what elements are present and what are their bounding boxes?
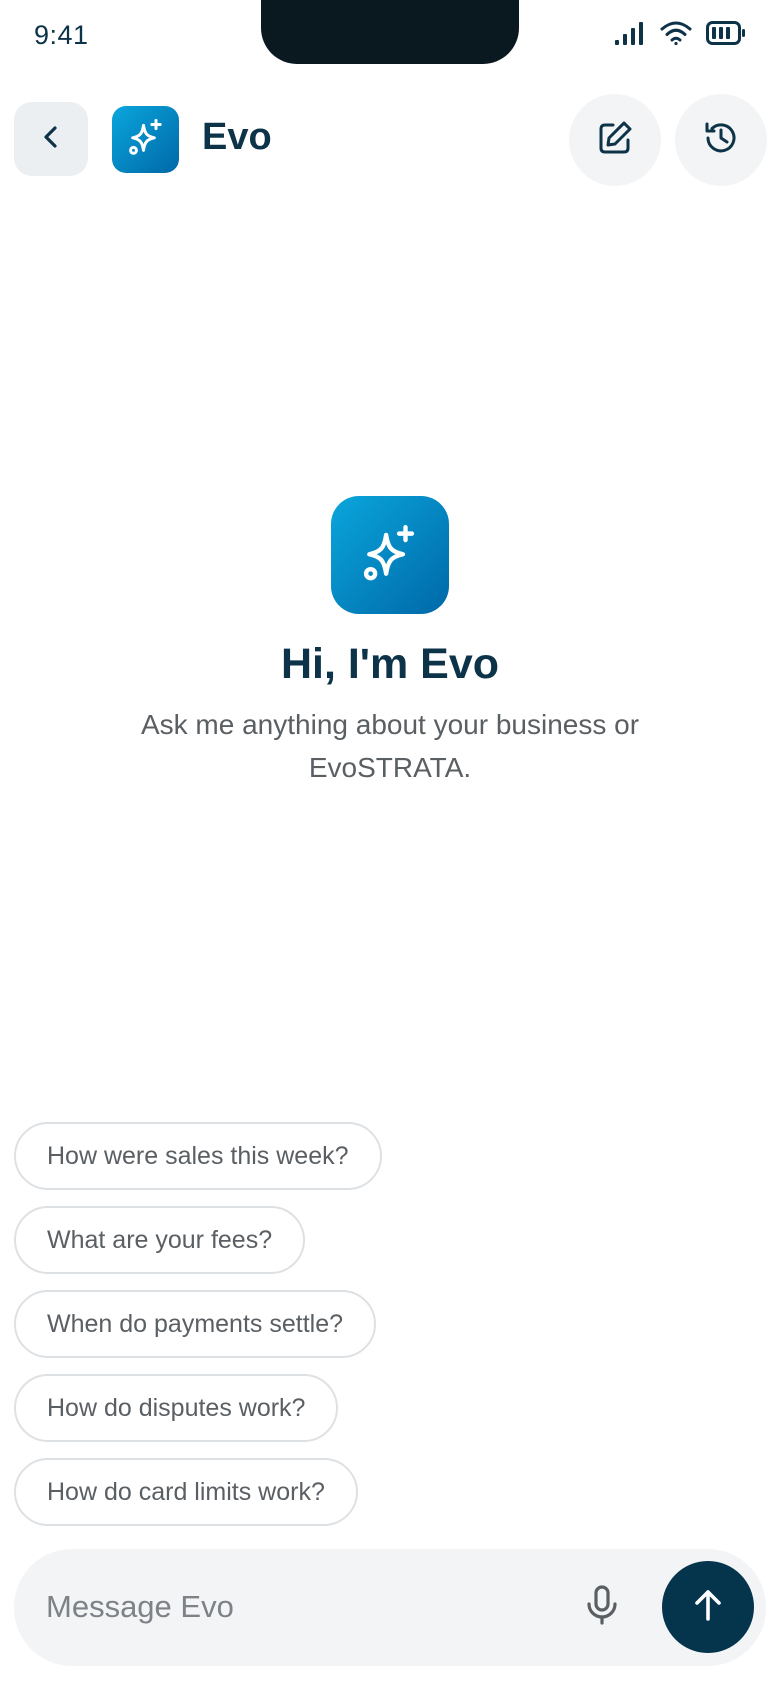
- back-button[interactable]: [14, 102, 88, 176]
- suggestion-chip[interactable]: How do card limits work?: [14, 1458, 358, 1526]
- dynamic-island: [261, 0, 519, 64]
- status-bar: 9:41: [0, 0, 780, 72]
- status-time: 9:41: [34, 20, 89, 50]
- sparkles-icon: [359, 522, 421, 589]
- status-icons: [614, 20, 746, 51]
- new-chat-button[interactable]: [569, 94, 661, 186]
- message-input[interactable]: [46, 1577, 526, 1637]
- history-button[interactable]: [675, 94, 767, 186]
- welcome-title: Hi, I'm Evo: [280, 640, 500, 688]
- suggestion-list: How were sales this week? What are your …: [14, 1122, 382, 1526]
- arrow-up-icon: [690, 1587, 726, 1628]
- header-title: Evo: [202, 116, 272, 158]
- history-icon: [702, 119, 740, 162]
- chevron-left-icon: [37, 123, 65, 156]
- wifi-icon: [660, 20, 692, 51]
- signal-icon: [614, 20, 646, 51]
- voice-input-button[interactable]: [574, 1579, 630, 1635]
- evo-logo-large: [331, 496, 449, 614]
- suggestion-chip[interactable]: When do payments settle?: [14, 1290, 376, 1358]
- suggestion-chip[interactable]: How were sales this week?: [14, 1122, 382, 1190]
- welcome-section: Hi, I'm Evo Ask me anything about your b…: [0, 496, 780, 789]
- chat-header: Evo: [0, 92, 780, 188]
- edit-icon: [596, 119, 634, 162]
- battery-icon: [706, 20, 746, 51]
- microphone-icon: [584, 1584, 620, 1631]
- welcome-subtitle: Ask me anything about your business or E…: [140, 709, 640, 783]
- evo-logo: [112, 106, 179, 173]
- message-composer: [14, 1549, 766, 1666]
- suggestion-chip[interactable]: What are your fees?: [14, 1206, 306, 1274]
- sparkles-icon: [126, 117, 166, 162]
- suggestion-chip[interactable]: How do disputes work?: [14, 1374, 339, 1442]
- send-button[interactable]: [662, 1561, 754, 1653]
